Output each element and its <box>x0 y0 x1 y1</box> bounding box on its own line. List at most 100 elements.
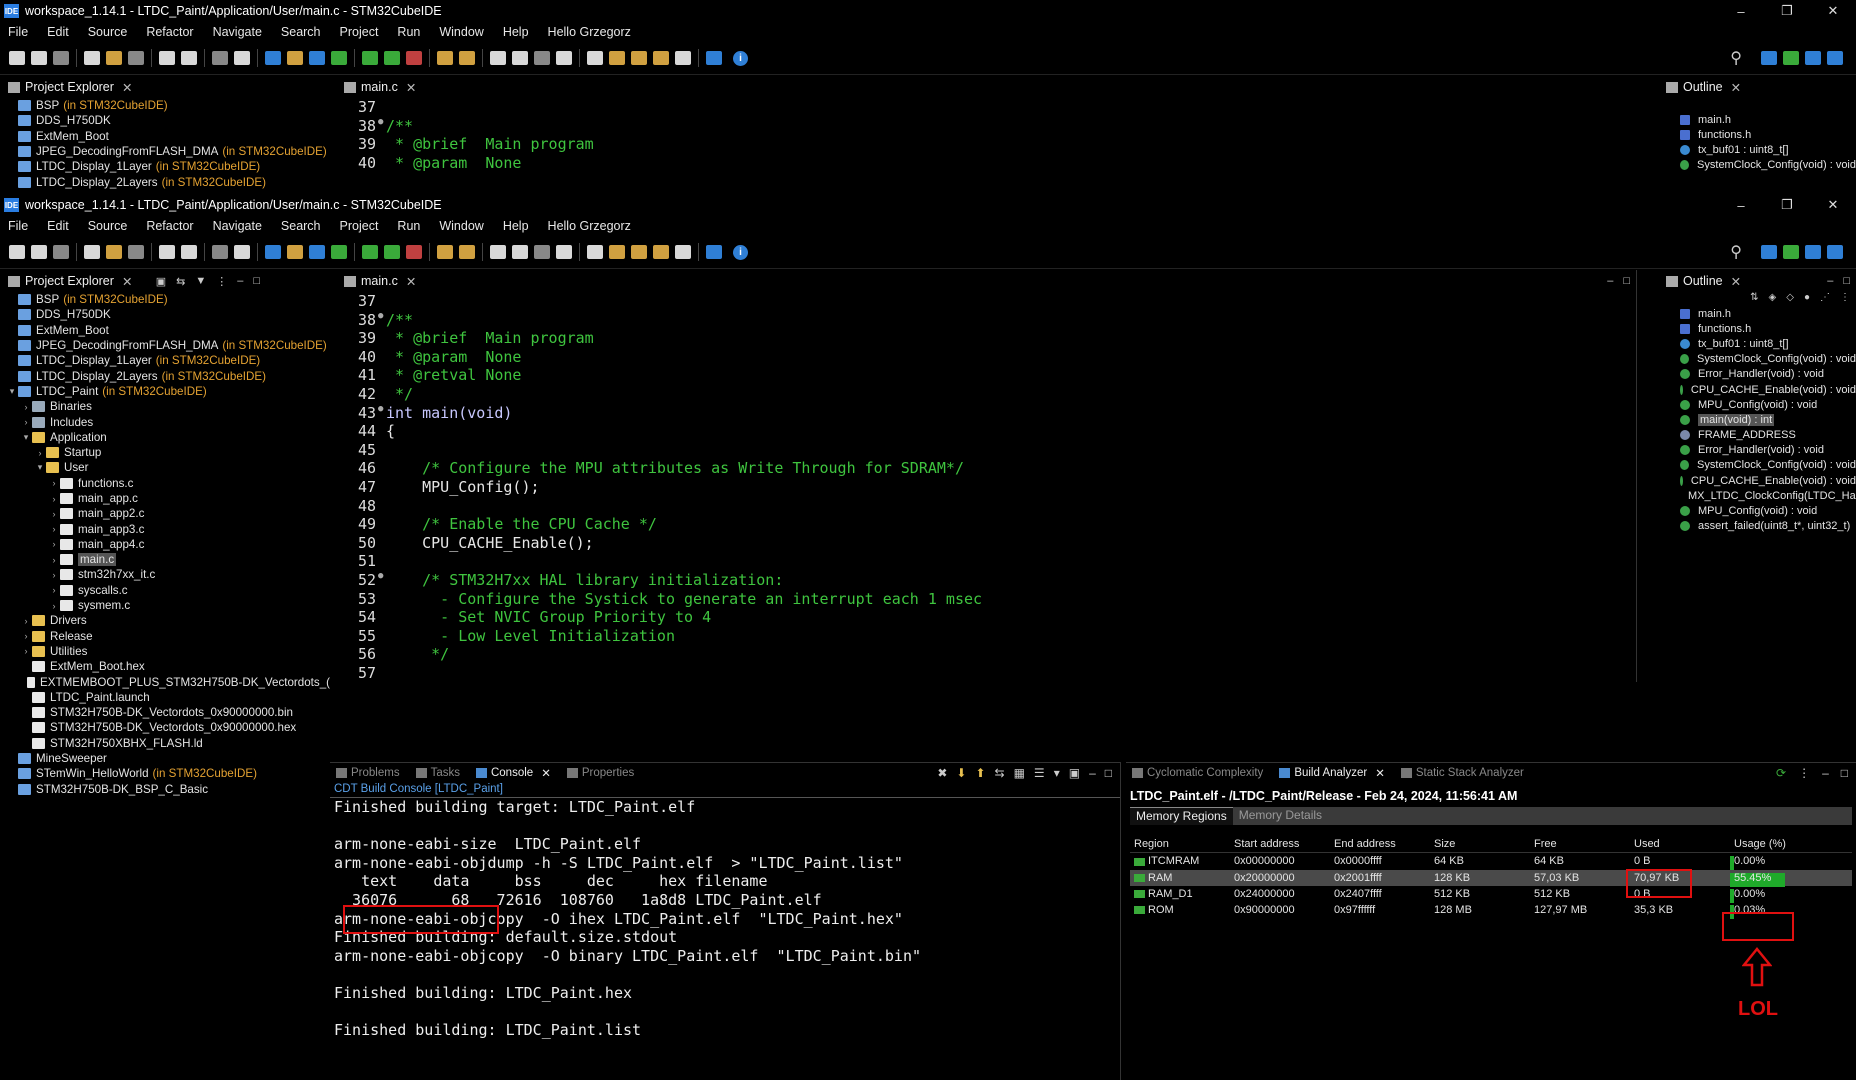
tree-item-bsp[interactable]: BSP (in STM32CubeIDE) <box>0 98 330 113</box>
menu-run[interactable]: Run <box>389 25 431 39</box>
outline-item[interactable]: Error_Handler(void) : void <box>1658 367 1856 382</box>
tree-item-startup[interactable]: › Startup <box>0 445 330 460</box>
subtab-memory-details[interactable]: Memory Details <box>1233 807 1328 825</box>
tree-item-main-app-c[interactable]: › main_app.c <box>0 491 330 506</box>
collapsed-arrow-icon[interactable]: › <box>20 402 32 412</box>
outline-item[interactable]: SystemClock_Config(void) : void <box>1658 352 1856 367</box>
tree-item-utilities[interactable]: › Utilities <box>0 644 330 659</box>
save-all-icon[interactable] <box>53 245 69 259</box>
code-line[interactable]: 47 MPU_Config(); <box>336 478 1636 497</box>
open-task-icon[interactable] <box>459 245 475 259</box>
menu-navigate[interactable]: Navigate <box>205 25 273 39</box>
code-line[interactable]: 40 * @param None <box>336 348 1636 367</box>
run-icon[interactable] <box>384 51 400 65</box>
build-settings-icon[interactable] <box>84 245 100 259</box>
open-type-icon[interactable] <box>437 245 453 259</box>
menu-navigate[interactable]: Navigate <box>205 219 273 233</box>
refresh-icon[interactable]: ⟳ <box>1776 766 1786 780</box>
close-icon[interactable]: ✕ <box>1731 274 1741 289</box>
pin-editor-icon[interactable] <box>587 245 603 259</box>
collapsed-arrow-icon[interactable]: › <box>48 478 60 488</box>
column-header[interactable]: Size <box>1430 838 1530 850</box>
menu-window[interactable]: Window <box>431 25 494 39</box>
tree-item-ltdc-display-2layers[interactable]: LTDC_Display_2Layers (in STM32CubeIDE) <box>0 368 330 383</box>
external-tools-icon[interactable] <box>406 245 422 259</box>
table-row[interactable]: ITCMRAM 0x00000000 0x0000ffff 64 KB 64 KB 0 B… <box>1130 853 1852 871</box>
close-button[interactable]: ✕ <box>1810 194 1856 216</box>
open-task-icon[interactable] <box>459 51 475 65</box>
code-line[interactable]: 37 <box>336 98 1636 117</box>
perspective-device-icon[interactable] <box>1805 51 1821 65</box>
outline-item[interactable]: MPU_Config(void) : void <box>1658 397 1856 412</box>
minimize-button[interactable]: – <box>1718 0 1764 22</box>
code-line[interactable]: 49 /* Enable the CPU Cache */ <box>336 515 1636 534</box>
search-icon[interactable]: ⚲ <box>1730 48 1742 68</box>
refresh-icon[interactable] <box>331 51 347 65</box>
minimize-view-icon[interactable]: – <box>1089 766 1096 780</box>
code-line[interactable]: 52 ● /* STM32H7xx HAL library initializat… <box>336 571 1636 590</box>
column-header[interactable]: End address <box>1330 838 1430 850</box>
debug-run-icon[interactable] <box>362 51 378 65</box>
minimize-view-icon[interactable]: – <box>1827 275 1833 287</box>
maximize-view-icon[interactable]: □ <box>1843 275 1850 287</box>
code-line[interactable]: 57 <box>336 664 1636 683</box>
new-class-icon[interactable] <box>309 51 325 65</box>
info-icon[interactable]: i <box>733 50 748 66</box>
open-type-icon[interactable] <box>437 51 453 65</box>
code-line[interactable]: 43 ● int main(void) <box>336 404 1636 423</box>
save-icon[interactable] <box>31 51 47 65</box>
perspective-device-icon[interactable] <box>1805 245 1821 259</box>
table-row[interactable]: RAM 0x20000000 0x2001ffff 128 KB 57,03 KB 70,… <box>1130 869 1852 887</box>
tree-item-release[interactable]: › Release <box>0 629 330 644</box>
menu-source[interactable]: Source <box>80 25 139 39</box>
tree-item-main-app2-c[interactable]: › main_app2.c <box>0 506 330 521</box>
collapsed-arrow-icon[interactable]: › <box>48 494 60 504</box>
menu-run[interactable]: Run <box>389 219 431 233</box>
menu-help[interactable]: Help <box>495 25 540 39</box>
hide-nonpublic-icon[interactable]: ● <box>1804 292 1810 306</box>
menu-user[interactable]: Hello Grzegorz <box>540 219 642 233</box>
menu-project[interactable]: Project <box>332 219 390 233</box>
edit-icon[interactable] <box>490 51 506 65</box>
menu-file[interactable]: File <box>0 219 39 233</box>
code-line[interactable]: 40 * @param None <box>336 154 1636 173</box>
code-line[interactable]: 39 * @brief Main program <box>336 135 1636 154</box>
back-icon[interactable] <box>653 51 669 65</box>
tree-item-main-app3-c[interactable]: › main_app3.c <box>0 521 330 536</box>
collapsed-arrow-icon[interactable]: › <box>48 585 60 595</box>
collapsed-arrow-icon[interactable]: › <box>34 448 46 458</box>
prev-annotation-icon[interactable] <box>631 51 647 65</box>
save-all-icon[interactable] <box>53 51 69 65</box>
outline-tab[interactable]: Outline ✕ <box>1658 76 1856 98</box>
close-icon[interactable]: ✕ <box>1375 766 1385 780</box>
collapsed-arrow-icon[interactable]: › <box>20 616 32 626</box>
tree-item-drivers[interactable]: › Drivers <box>0 613 330 628</box>
collapsed-arrow-icon[interactable]: › <box>48 570 60 580</box>
hide-fields-icon[interactable]: ◈ <box>1769 292 1777 306</box>
tab-properties[interactable]: Properties <box>561 767 644 779</box>
tree-item-jpeg-decodingfromflash-dma[interactable]: JPEG_DecodingFromFLASH_DMA (in STM32CubeI… <box>0 338 330 353</box>
new-icon[interactable] <box>9 245 25 259</box>
tree-item-stm32h750b-dk-vectordots-0x90000000-hex[interactable]: STM32H750B-DK_Vectordots_0x90000000.hex <box>0 720 330 735</box>
outline-tab[interactable]: Outline ✕ – □ <box>1658 270 1856 292</box>
code-line[interactable]: 42 */ <box>336 385 1636 404</box>
skip-breakpoints-icon[interactable] <box>234 51 250 65</box>
search-icon[interactable]: ⚲ <box>1730 242 1742 262</box>
menu-edit[interactable]: Edit <box>39 25 80 39</box>
info-icon[interactable]: i <box>733 244 748 260</box>
clear-console-icon[interactable]: ✖ <box>937 766 947 780</box>
code-line[interactable]: 53 - Configure the Systick to generate a… <box>336 590 1636 609</box>
scroll-lock-icon[interactable]: ⇆ <box>995 766 1005 780</box>
column-header[interactable]: Free <box>1530 838 1630 850</box>
tree-item-minesweeper[interactable]: MineSweeper <box>0 751 330 766</box>
outline-item[interactable]: assert_failed(uint8_t*, uint32_t) <box>1658 519 1856 534</box>
block-select-icon[interactable] <box>534 245 550 259</box>
tab-console[interactable]: Console ✕ <box>470 766 561 780</box>
outline-item[interactable]: SystemClock_Config(void) : void <box>1658 458 1856 473</box>
tree-item-ltdc-paint-launch[interactable]: LTDC_Paint.launch <box>0 690 330 705</box>
close-icon[interactable]: ✕ <box>122 80 132 95</box>
outline-item[interactable]: FRAME_ADDRESS <box>1658 428 1856 443</box>
view-menu-icon[interactable]: ⋮ <box>1840 292 1850 306</box>
close-icon[interactable]: ✕ <box>541 766 551 780</box>
undo-icon[interactable] <box>159 51 175 65</box>
